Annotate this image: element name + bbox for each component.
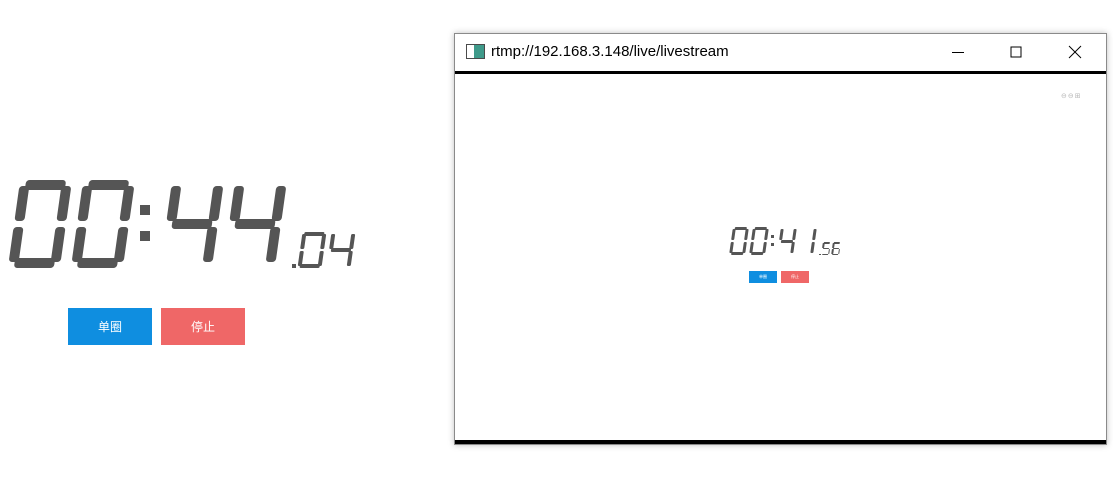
seconds-digit (223, 180, 287, 268)
stop-button[interactable]: 停止 (161, 308, 245, 345)
minutes-digit (71, 180, 135, 268)
app-icon (466, 44, 485, 59)
player-window: rtmp://192.168.3.148/live/livestream ⊖⊖⊞… (454, 33, 1107, 445)
hundredths-digit (821, 242, 831, 255)
minutes-digit (749, 227, 769, 255)
colon-separator (771, 227, 774, 255)
minutes-digit (8, 180, 72, 268)
lap-button[interactable]: 单圈 (68, 308, 152, 345)
window-titlebar[interactable]: rtmp://192.168.3.148/live/livestream (455, 34, 1106, 71)
stream-stop-button: 停止 (781, 271, 809, 283)
close-icon[interactable] (1052, 34, 1098, 71)
maximize-icon[interactable] (993, 34, 1039, 71)
seconds-digit (160, 180, 224, 268)
stream-stopwatch-display (729, 227, 861, 262)
hundredths-digit (830, 242, 841, 255)
video-frame[interactable]: ⊖⊖⊞ 单圈 停止 (455, 74, 1106, 440)
stream-lap-button: 单圈 (749, 271, 777, 283)
video-bottom-border (455, 440, 1106, 444)
window-title: rtmp://192.168.3.148/live/livestream (491, 43, 729, 60)
hundredths-digit (326, 232, 356, 268)
decimal-point (292, 232, 296, 268)
minutes-digit (729, 227, 749, 255)
hundredths-digit (297, 232, 327, 268)
seconds-digit (777, 227, 797, 255)
colon-separator (140, 180, 150, 268)
minimize-icon[interactable] (935, 34, 981, 71)
seconds-digit (797, 227, 817, 255)
desktop: 单圈 停止 rtmp://192.168.3.148/live/livestre… (0, 0, 1113, 485)
stream-overlay-icons: ⊖⊖⊞ (1061, 92, 1082, 100)
stopwatch-display (8, 180, 394, 275)
